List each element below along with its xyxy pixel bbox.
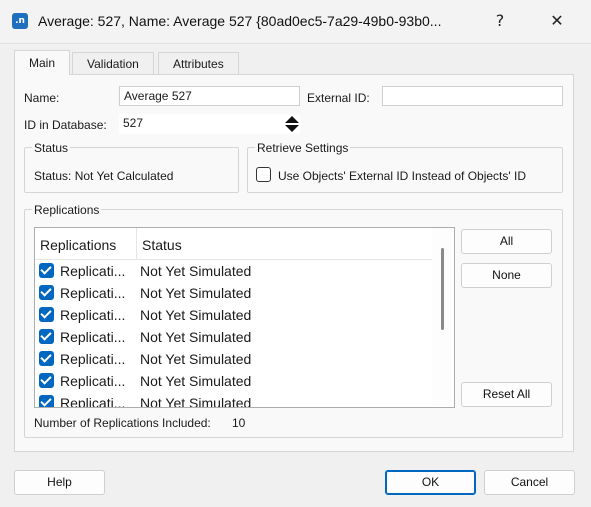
- row-replication-name: Replicati...: [60, 307, 126, 323]
- id-in-database-label: ID in Database:: [24, 118, 107, 132]
- column-header-replications[interactable]: Replications: [40, 237, 116, 253]
- help-button[interactable]: Help: [14, 470, 105, 495]
- row-checkbox[interactable]: [39, 263, 54, 278]
- use-external-id-label[interactable]: Use Objects' External ID Instead of Obje…: [278, 169, 526, 183]
- replications-list[interactable]: Replications Status Replicati... Not Yet…: [34, 227, 455, 408]
- list-item[interactable]: Replicati... Not Yet Simulated: [35, 282, 435, 304]
- row-checkbox[interactable]: [39, 351, 54, 366]
- list-scrollbar[interactable]: [432, 228, 454, 406]
- column-separator[interactable]: [136, 228, 137, 260]
- tab-main[interactable]: Main: [14, 50, 71, 75]
- row-replication-name: Replicati...: [60, 329, 126, 345]
- row-checkbox[interactable]: [39, 373, 54, 388]
- title-bar: .n Average: 527, Name: Average 527 {80ad…: [0, 0, 591, 44]
- row-checkbox[interactable]: [39, 329, 54, 344]
- status-text: Status: Not Yet Calculated: [34, 169, 174, 183]
- help-icon[interactable]: ?: [488, 10, 512, 32]
- external-id-label: External ID:: [307, 91, 370, 105]
- retrieve-settings-title: Retrieve Settings: [255, 141, 351, 155]
- app-icon: .n: [12, 13, 28, 29]
- row-status: Not Yet Simulated: [140, 329, 252, 345]
- row-status: Not Yet Simulated: [140, 373, 252, 389]
- list-item[interactable]: Replicati... Not Yet Simulated: [35, 348, 435, 370]
- spin-down-icon[interactable]: [285, 125, 299, 132]
- close-icon[interactable]: ✕: [545, 10, 569, 32]
- scrollbar-thumb[interactable]: [441, 248, 444, 330]
- replications-group-title: Replications: [32, 203, 102, 217]
- list-header: Replications Status: [35, 228, 435, 260]
- cancel-button[interactable]: Cancel: [484, 470, 575, 495]
- row-checkbox[interactable]: [39, 307, 54, 322]
- reset-all-button[interactable]: Reset All: [461, 382, 552, 407]
- id-spinner[interactable]: [284, 114, 300, 134]
- list-item[interactable]: Replicati... Not Yet Simulated: [35, 326, 435, 348]
- row-status: Not Yet Simulated: [140, 351, 252, 367]
- external-id-input[interactable]: [382, 86, 563, 106]
- use-external-id-checkbox[interactable]: [256, 167, 271, 182]
- row-status: Not Yet Simulated: [140, 307, 252, 323]
- row-checkbox[interactable]: [39, 285, 54, 300]
- row-replication-name: Replicati...: [60, 373, 126, 389]
- name-label: Name:: [24, 91, 60, 105]
- row-status: Not Yet Simulated: [140, 263, 252, 279]
- column-header-status[interactable]: Status: [142, 237, 182, 253]
- id-in-database-input[interactable]: 527: [119, 114, 300, 134]
- name-input[interactable]: Average 527: [119, 86, 300, 106]
- row-replication-name: Replicati...: [60, 395, 126, 408]
- window-title: Average: 527, Name: Average 527 {80ad0ec…: [38, 13, 442, 29]
- tab-validation[interactable]: Validation: [72, 52, 154, 75]
- select-none-button[interactable]: None: [461, 263, 552, 288]
- replications-count-label: Number of Replications Included:: [34, 416, 211, 430]
- status-group-title: Status: [32, 141, 71, 155]
- row-replication-name: Replicati...: [60, 263, 126, 279]
- list-item[interactable]: Replicati... Not Yet Simulated: [35, 260, 435, 282]
- row-replication-name: Replicati...: [60, 285, 126, 301]
- tab-attributes[interactable]: Attributes: [158, 52, 239, 75]
- row-status: Not Yet Simulated: [140, 395, 252, 408]
- spin-up-icon[interactable]: [285, 116, 299, 123]
- list-item[interactable]: Replicati... Not Yet Simulated: [35, 370, 435, 392]
- list-item[interactable]: Replicati... Not Yet Simulated: [35, 392, 435, 408]
- list-item[interactable]: Replicati... Not Yet Simulated: [35, 304, 435, 326]
- ok-button[interactable]: OK: [385, 470, 476, 495]
- row-status: Not Yet Simulated: [140, 285, 252, 301]
- row-replication-name: Replicati...: [60, 351, 126, 367]
- select-all-button[interactable]: All: [461, 229, 552, 254]
- replications-count-value: 10: [232, 416, 246, 430]
- row-checkbox[interactable]: [39, 395, 54, 407]
